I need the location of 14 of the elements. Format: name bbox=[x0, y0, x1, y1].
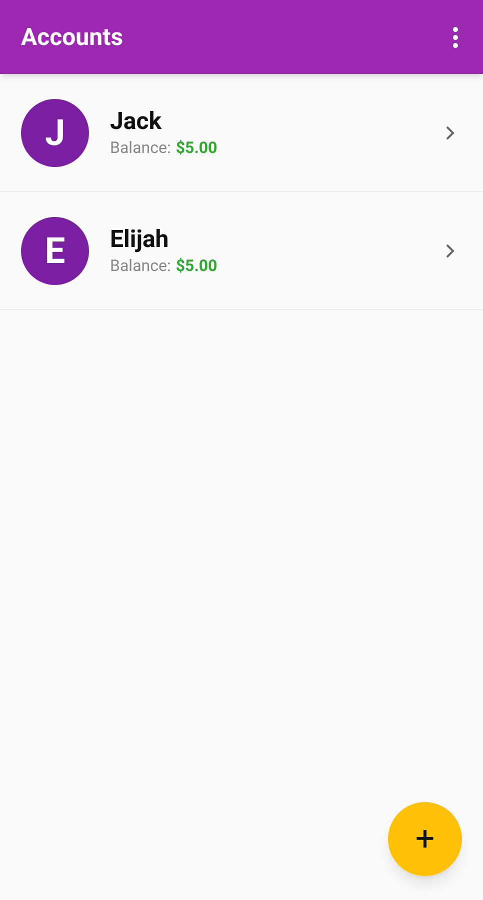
balance-amount: $5.00 bbox=[176, 136, 218, 158]
add-button[interactable]: + bbox=[388, 802, 462, 876]
account-name: Jack bbox=[110, 106, 163, 136]
chevron-right-icon bbox=[445, 124, 455, 140]
chevron-right-icon bbox=[445, 242, 455, 258]
balance-label: Balance: bbox=[110, 254, 171, 276]
balance-label: Balance: bbox=[110, 136, 171, 158]
app-bar-title: Accounts bbox=[21, 22, 124, 53]
balance-amount: $5.00 bbox=[176, 254, 218, 276]
account-row[interactable]: J Jack Balance: $5.00 bbox=[0, 74, 483, 192]
account-name: Elijah bbox=[110, 224, 170, 254]
avatar: J bbox=[21, 98, 89, 166]
avatar: E bbox=[21, 216, 89, 284]
account-row[interactable]: E Elijah Balance: $5.00 bbox=[0, 192, 483, 310]
